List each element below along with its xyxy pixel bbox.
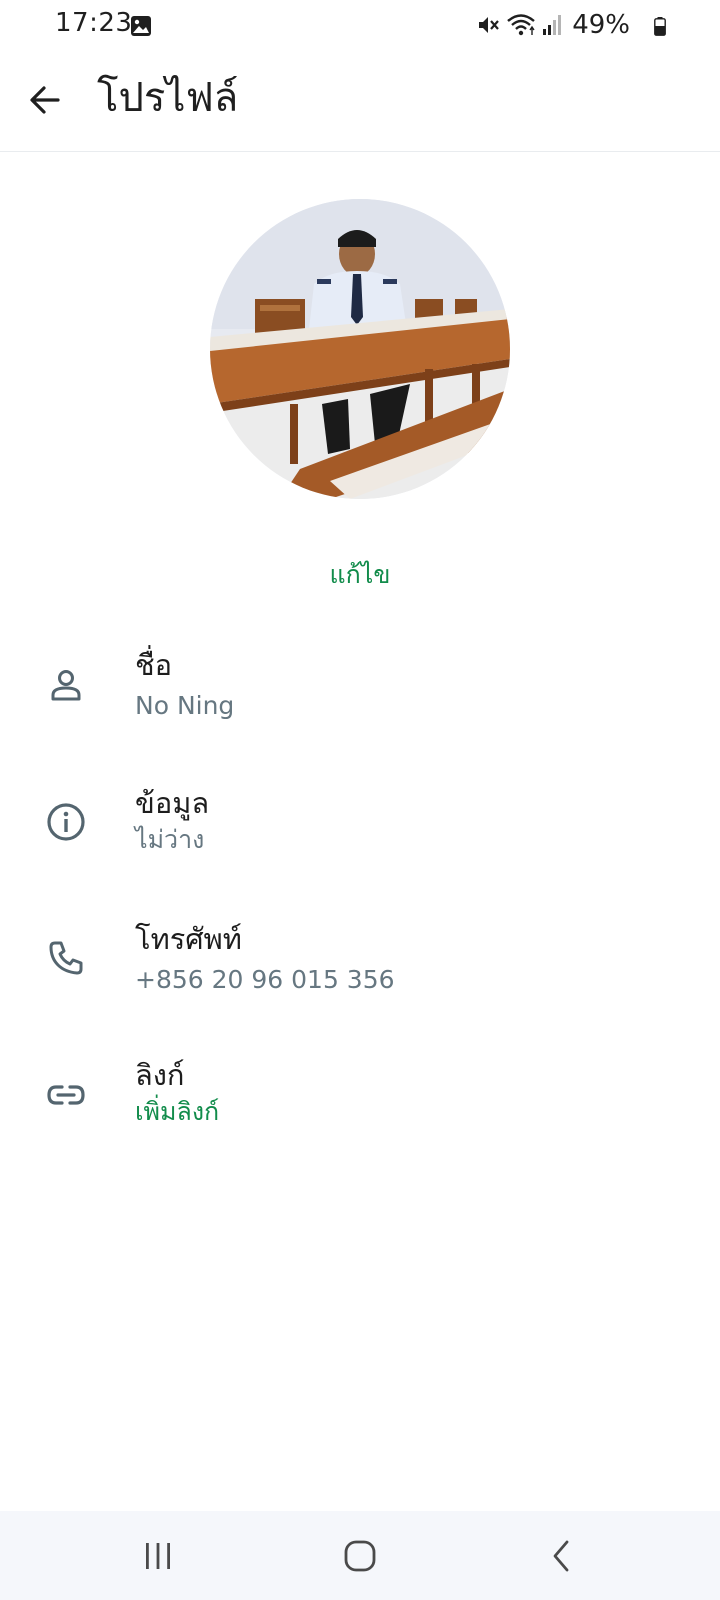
back-icon	[553, 1540, 569, 1572]
profile-avatar[interactable]	[210, 199, 510, 499]
home-button[interactable]	[330, 1531, 390, 1581]
edit-avatar-link[interactable]: แก้ไข	[0, 555, 720, 595]
row-name[interactable]: ชื่อ No Ning	[0, 633, 720, 753]
system-nav-bar	[0, 1511, 720, 1600]
person-icon	[44, 663, 88, 707]
row-phone[interactable]: โทรศัพท์ +856 20 96 015 356	[0, 907, 720, 1027]
app-bar: โปรไฟล์	[0, 50, 720, 152]
battery-percentage: 49%	[572, 10, 630, 40]
row-value-about: ไม่ว่าง	[135, 825, 205, 854]
phone-icon	[44, 936, 88, 980]
back-button[interactable]	[20, 72, 70, 128]
battery-icon	[654, 17, 666, 36]
info-icon	[44, 800, 88, 844]
signal-icon	[543, 15, 562, 35]
edit-label[interactable]: แก้ไข	[330, 560, 391, 589]
status-icons: 49%	[476, 10, 652, 40]
row-label-links: ลิงก์	[135, 1058, 185, 1092]
nav-back-button[interactable]	[532, 1531, 592, 1581]
row-about[interactable]: ข้อมูล ไม่ว่าง	[0, 771, 720, 891]
recent-apps-icon	[146, 1543, 170, 1569]
profile-photo	[210, 199, 510, 499]
home-icon	[344, 1540, 376, 1572]
row-label-phone: โทรศัพท์	[135, 922, 242, 956]
wifi-icon	[507, 14, 535, 36]
status-bar: 17:23 49%	[0, 0, 720, 50]
add-link-button[interactable]: เพิ่มลิงก์	[135, 1095, 219, 1129]
arrow-left-icon	[30, 86, 60, 114]
page-title: โปรไฟล์	[97, 75, 239, 121]
gallery-icon	[131, 16, 151, 36]
link-icon	[44, 1073, 88, 1117]
status-time: 17:23	[55, 8, 133, 38]
row-value-phone: +856 20 96 015 356	[135, 965, 395, 994]
mute-icon	[479, 17, 500, 33]
row-label-name: ชื่อ	[135, 648, 173, 682]
recent-apps-button[interactable]	[128, 1531, 188, 1581]
row-links[interactable]: ลิงก์ เพิ่มลิงก์	[0, 1043, 720, 1163]
row-value-name: No Ning	[135, 691, 235, 720]
row-label-about: ข้อมูล	[135, 786, 210, 820]
